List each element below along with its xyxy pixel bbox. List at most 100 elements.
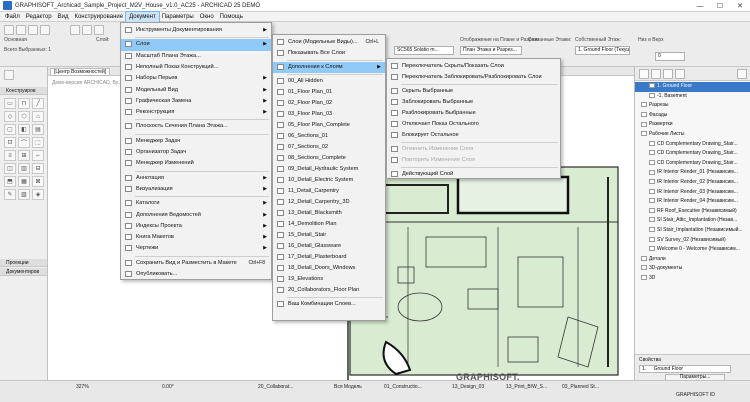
toolbox-design-header[interactable]: Конструиров — [0, 87, 47, 95]
extras-menu-item-переключатель-заблокировать-разблокирова[interactable]: Переключатель Заблокировать/Разблокирова… — [387, 72, 560, 83]
layers-menu-item-слои-модельные-виды[interactable]: Слои (Модельные Виды)... Ctrl+L — [273, 37, 385, 48]
navigator-item[interactable]: Разрезы — [635, 101, 750, 111]
marquee-tool-icon[interactable] — [82, 25, 92, 35]
layers-menu-item-03-floor-plan-03[interactable]: 03_Floor Plan_03 — [273, 109, 385, 120]
navigator-item[interactable]: SI Stair_Implantation (Независимый... — [635, 226, 750, 236]
document-menu-item-книга-макетов[interactable]: Книга Макетов ▶ — [121, 232, 271, 243]
document-menu-item-наборы-перьев[interactable]: Наборы Перьев ▶ — [121, 73, 271, 84]
extras-menu-item-блокирует-остальное[interactable]: Блокирует Остальное — [387, 130, 560, 141]
navigator-item[interactable]: Рабочие Листы — [635, 130, 750, 140]
document-menu-item-графическая-замена[interactable]: Графическая Замена ▶ — [121, 96, 271, 107]
navigator-item[interactable]: Фасады — [635, 111, 750, 121]
graphic-override-field[interactable]: 13_Design_03 — [452, 383, 484, 392]
layers-menu-item-02-floor-plan-02[interactable]: 02_Floor Plan_02 — [273, 98, 385, 109]
navigator-item[interactable]: 3D — [635, 274, 750, 284]
slab-tool-icon[interactable]: ◇ — [4, 111, 16, 122]
navigator-item[interactable]: 1. Ground Floor — [635, 82, 750, 92]
beam-tool-icon[interactable]: ╱ — [32, 98, 44, 109]
document-menu-item-инструменты-документирования[interactable]: Инструменты Документирования ▶ — [121, 25, 271, 36]
layers-menu-item-07-sections-02[interactable]: 07_Sections_02 — [273, 142, 385, 153]
layer-combination-field[interactable]: 20_Collaborat... — [258, 383, 293, 392]
pen-set-field[interactable]: 01_Constructio... — [384, 383, 422, 392]
document-menu-item-индексы-проекта[interactable]: Индексы Проекта ▶ — [121, 221, 271, 232]
navigator-item[interactable]: Развертки — [635, 120, 750, 130]
layers-menu-item-20-collaborators-floor-plan[interactable]: 20_Collaborators_Floor Plan✔ — [273, 285, 385, 296]
maximize-button[interactable]: ☐ — [710, 0, 730, 12]
layer-field[interactable]: SC565 Solatio m... — [394, 46, 454, 55]
angle-field[interactable]: 0.00° — [162, 383, 174, 392]
extras-menu-item-отключает-показ-остального[interactable]: Отключает Показ Остального — [387, 119, 560, 130]
grid-tool-icon[interactable]: ▦ — [18, 176, 30, 187]
new-file-icon[interactable] — [4, 25, 14, 35]
height-field[interactable]: 0 — [655, 52, 685, 61]
navigator-item[interactable]: IR Interior Render_01 (Независим... — [635, 168, 750, 178]
document-menu-item-слои[interactable]: Слои ▶ — [121, 39, 271, 51]
opening-tool-icon[interactable]: ⊠ — [32, 176, 44, 187]
menu-edit[interactable]: Редактор — [23, 12, 55, 22]
tab-welcome-center[interactable]: [Центр Возможностей] — [50, 68, 111, 76]
zoom-field[interactable]: 327% — [76, 383, 89, 392]
layers-menu-item-14-demolition-plan[interactable]: 14_Demolition Plan — [273, 219, 385, 230]
navigator-item[interactable]: Детали — [635, 255, 750, 265]
arrow-tool-icon[interactable] — [70, 25, 80, 35]
object-tool-icon[interactable]: ⊡ — [4, 137, 16, 148]
navigator-item[interactable]: -1. Basement — [635, 92, 750, 102]
project-map-icon[interactable] — [639, 69, 649, 79]
layers-menu-item-01-floor-plan-01[interactable]: 01_Floor Plan_01 — [273, 87, 385, 98]
layers-menu-item-08-sections-complete[interactable]: 08_Sections_Complete — [273, 153, 385, 164]
renovation-field[interactable]: 03_Planned St... — [562, 383, 599, 392]
wall-tool-icon[interactable]: ▭ — [4, 98, 16, 109]
layers-menu-item-06-sections-01[interactable]: 06_Sections_01 — [273, 131, 385, 142]
hotspot-tool-icon[interactable]: ◈ — [32, 189, 44, 200]
menu-help[interactable]: Помощь — [217, 12, 246, 22]
document-menu-item-опубликовать[interactable]: Опубликовать... — [121, 269, 271, 280]
print-icon[interactable] — [40, 25, 50, 35]
extras-menu-item-действующий-слой[interactable]: Действующий Слой — [387, 169, 560, 180]
document-menu-item-масштаб-плана-этажа[interactable]: Масштаб Плана Этажа... — [121, 51, 271, 62]
view-map-icon[interactable] — [651, 69, 661, 79]
navigator-item[interactable]: IR Interior Render_02 (Независим... — [635, 178, 750, 188]
mesh-tool-icon[interactable]: ⬚ — [32, 137, 44, 148]
navigator-item[interactable]: SV Survey_02 (Независимый) — [635, 236, 750, 246]
layers-menu-item-15-detail-stair[interactable]: 15_Detail_Stair — [273, 230, 385, 241]
layers-menu-item-показывать-все-слои[interactable]: Показывать Все Слои — [273, 48, 385, 59]
layers-menu-item-00-all-hidden[interactable]: 00_All Hidden — [273, 76, 385, 87]
window-tool-icon[interactable]: ◧ — [18, 124, 30, 135]
navigator-item[interactable]: 3D-документы — [635, 264, 750, 274]
layers-menu-item-дополнения-к-слоям[interactable]: Дополнения к Слоям ▶ — [273, 62, 385, 73]
layers-menu-item-10-detail-electric-system[interactable]: 10_Detail_Electric System — [273, 175, 385, 186]
home-story-field[interactable]: 1. Ground Floor (Текущий — [575, 46, 630, 55]
layers-menu-item-17-detail-plasterboard[interactable]: 17_Detail_Plasterboard — [273, 252, 385, 263]
navigator-item[interactable]: Welcome 0 - Welcome (Независим... — [635, 245, 750, 255]
menu-options[interactable]: Параметры — [159, 12, 197, 22]
document-menu-item-сохранить-вид-и-разместить-в-макете[interactable]: Сохранить Вид и Разместить в Макете Ctrl+… — [121, 258, 271, 269]
layers-menu-item-09-detail-hydraulic-system[interactable]: 09_Detail_Hydraulic System — [273, 164, 385, 175]
close-button[interactable]: ✕ — [730, 0, 750, 12]
skylight-tool-icon[interactable]: ⌐ — [32, 150, 44, 161]
graphisoft-id-label[interactable]: GRAPHISOFT ID — [676, 391, 715, 400]
layers-menu-item-11-detail-carpentry[interactable]: 11_Detail_Carpentry — [273, 186, 385, 197]
open-file-icon[interactable] — [16, 25, 26, 35]
layers-menu-item-05-floor-plan-complete[interactable]: 05_Floor Plan_Complete — [273, 120, 385, 131]
floor-display-field[interactable]: План Этажа и Разрез... — [460, 46, 522, 55]
toolbox-projections-header[interactable]: Проекции — [0, 259, 47, 267]
curtain-wall-tool-icon[interactable]: ⌒ — [18, 137, 30, 148]
print-setting-field[interactable]: 13_Print_B/W_S... — [506, 383, 547, 392]
properties-floor-field[interactable]: 1. Ground Floor — [639, 365, 731, 373]
minimize-button[interactable]: — — [690, 0, 710, 12]
save-icon[interactable] — [28, 25, 38, 35]
document-menu-item-реконструкция[interactable]: Реконструкция ▶ — [121, 107, 271, 118]
menu-file[interactable]: Файл — [2, 12, 23, 22]
menu-document[interactable]: Документ — [125, 10, 160, 23]
extras-menu-item-заблокировать-выбранные[interactable]: Заблокировать Выбранные — [387, 97, 560, 108]
extras-menu-item-переключатель-скрыть-показать-слои[interactable]: Переключатель Скрыть/Показать Слои — [387, 61, 560, 72]
door-tool-icon[interactable]: ▢ — [4, 124, 16, 135]
stair-tool-icon[interactable]: ▤ — [32, 124, 44, 135]
layers-menu-item-ваш-комбинации-слоев[interactable]: Ваш Комбинации Слоев... — [273, 299, 385, 310]
document-menu-item-плоскость-сечения-плана-этажа[interactable]: Плоскость Сечения Плана Этажа... — [121, 121, 271, 132]
navigator-item[interactable]: CD Complementary Drawing_Stair... — [635, 140, 750, 150]
navigator-item[interactable]: CD Complementary Drawing_Stair... — [635, 149, 750, 159]
shell-tool-icon[interactable]: ⬡ — [18, 111, 30, 122]
menu-design[interactable]: Конструирование — [71, 12, 126, 22]
document-menu-item-чертежи[interactable]: Чертежи ▶ — [121, 243, 271, 254]
